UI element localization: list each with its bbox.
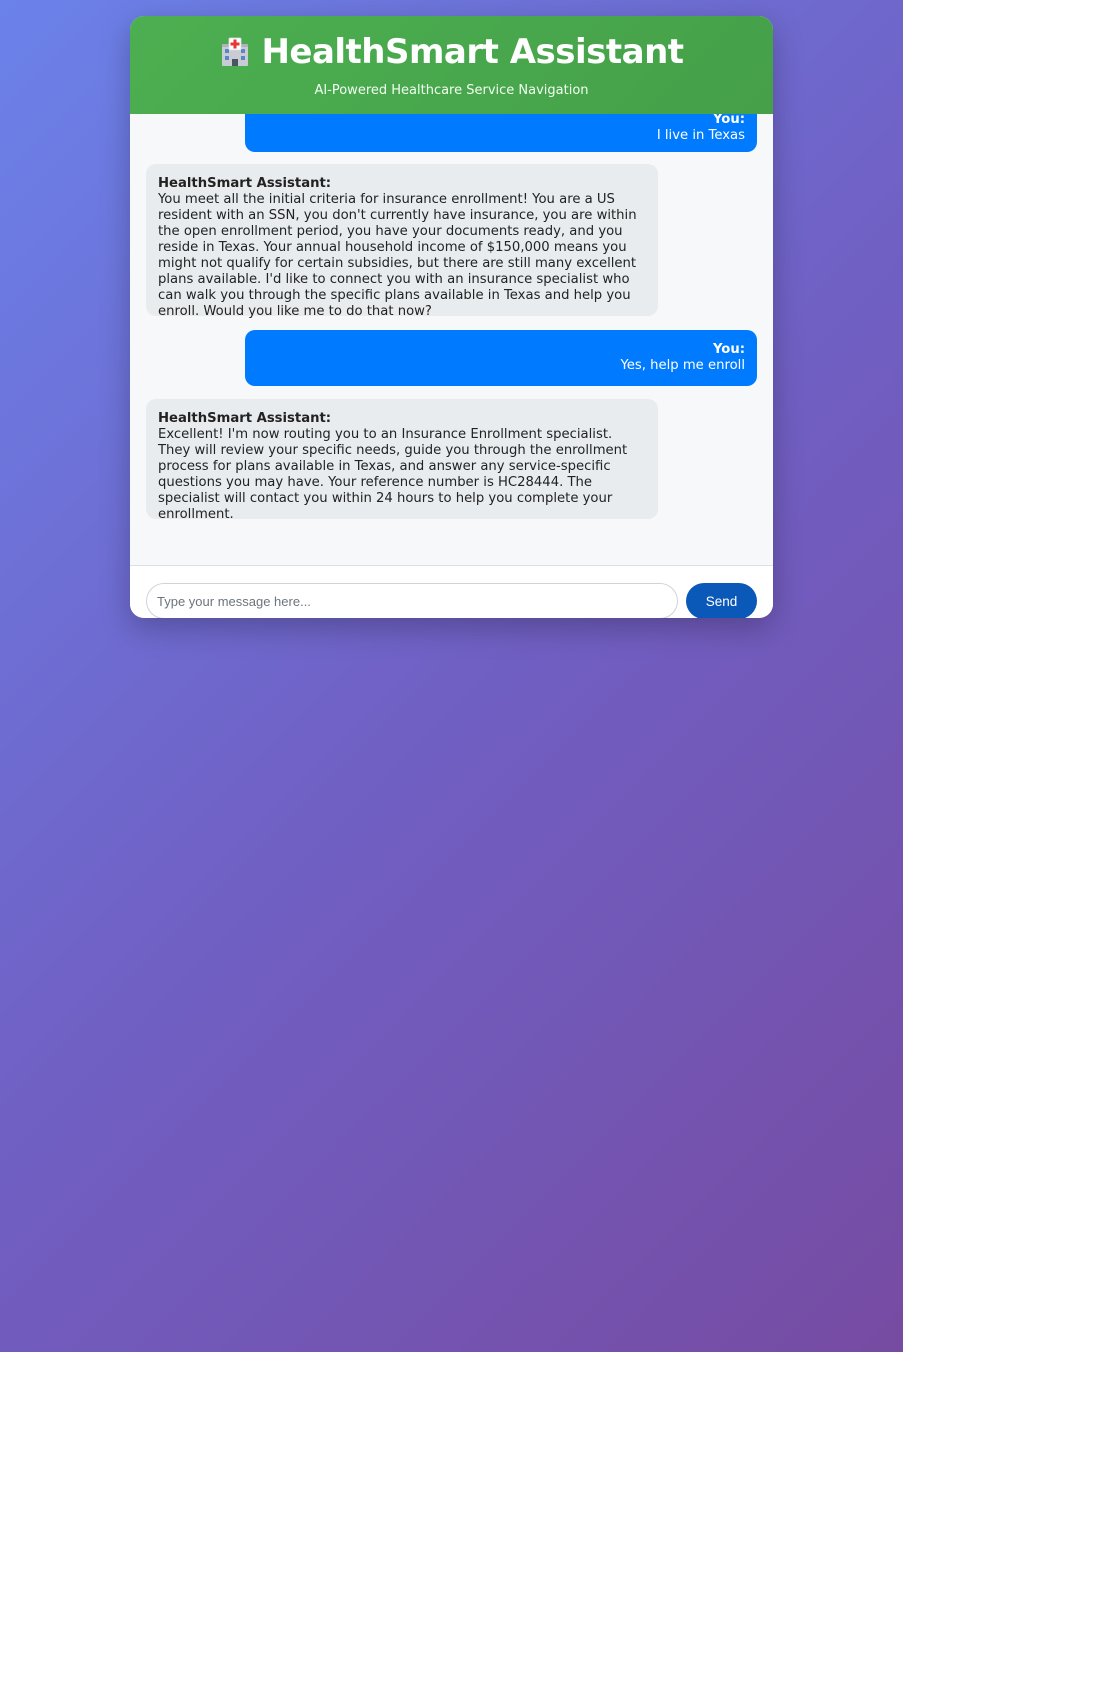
send-button[interactable]: Send [686,583,757,618]
chat-header: HealthSmart Assistant AI-Powered Healthc… [130,16,773,114]
message-sender: HealthSmart Assistant: [158,176,332,191]
message-text: Excellent! I'm now routing you to an Ins… [158,427,628,522]
header-title-row: HealthSmart Assistant [130,32,773,72]
chat-window: HealthSmart Assistant AI-Powered Healthc… [130,16,773,618]
message-text: You meet all the initial criteria for in… [158,192,637,319]
assistant-message: HealthSmart Assistant: You meet all the … [146,164,658,319]
message-sender: HealthSmart Assistant: [158,411,332,426]
message-text: Yes, help me enroll [620,358,745,373]
message-list: You: I live in Texas HealthSmart Assista… [130,114,773,565]
message-sender: You: [712,342,745,357]
hospital-icon [219,36,251,68]
message-composer: Send [130,565,773,618]
assistant-message: HealthSmart Assistant: Excellent! I'm no… [146,399,658,522]
app-title: HealthSmart Assistant [261,32,684,72]
user-message: You: I live in Texas [245,114,757,152]
message-text: I live in Texas [656,128,745,143]
user-message: You: Yes, help me enroll [245,330,757,386]
app-subtitle: AI-Powered Healthcare Service Navigation [314,83,589,98]
message-input[interactable] [146,583,678,618]
message-sender: You: [712,114,745,127]
